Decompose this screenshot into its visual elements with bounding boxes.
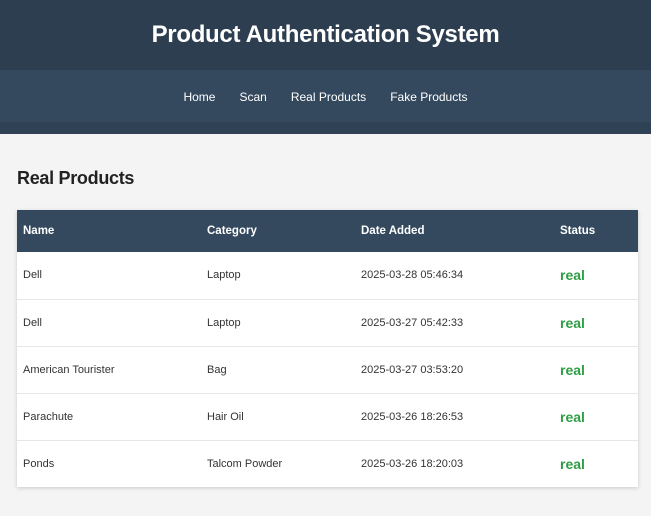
cell-category: Laptop [207, 316, 241, 329]
cell-date-added: 2025-03-26 18:26:53 [361, 410, 464, 423]
cell-status: real [560, 408, 585, 425]
cell-name: Dell [23, 316, 42, 329]
site-header: Product Authentication System [0, 0, 651, 70]
table-row: Dell Laptop 2025-03-28 05:46:34 real [17, 252, 638, 299]
products-table-card: Name Category Date Added Status Dell Lap… [17, 210, 638, 487]
cell-name: American Tourister [23, 363, 115, 376]
cell-category: Hair Oil [207, 410, 244, 423]
nav-item-fake-products[interactable]: Fake Products [378, 90, 479, 104]
products-table: Name Category Date Added Status Dell Lap… [17, 210, 638, 487]
site-title: Product Authentication System [151, 21, 500, 48]
page-title: Real Products [17, 168, 135, 188]
table-row: American Tourister Bag 2025-03-27 03:53:… [17, 346, 638, 393]
cell-name: Parachute [23, 410, 74, 423]
column-header-status: Status [560, 225, 596, 237]
nav-item-scan[interactable]: Scan [227, 90, 278, 104]
cell-category: Bag [207, 363, 227, 376]
cell-status: real [560, 361, 585, 378]
main-nav: Home Scan Real Products Fake Products [0, 70, 651, 134]
table-header-row: Name Category Date Added Status [17, 210, 638, 252]
table-row: Dell Laptop 2025-03-27 05:42:33 real [17, 299, 638, 346]
cell-date-added: 2025-03-27 03:53:20 [361, 363, 464, 376]
column-header-name: Name [23, 225, 55, 237]
cell-date-added: 2025-03-28 05:46:34 [361, 269, 464, 282]
nav-item-home[interactable]: Home [171, 90, 227, 104]
cell-name: Ponds [23, 457, 55, 470]
cell-name: Dell [23, 269, 42, 282]
cell-status: real [560, 455, 585, 472]
cell-date-added: 2025-03-27 05:42:33 [361, 316, 464, 329]
cell-date-added: 2025-03-26 18:20:03 [361, 457, 464, 470]
main-content: Real Products Name Category Date Added S… [0, 134, 651, 487]
cell-category: Talcom Powder [207, 457, 283, 470]
cell-status: real [560, 314, 585, 331]
table-row: Ponds Talcom Powder 2025-03-26 18:20:03 … [17, 440, 638, 487]
table-row: Parachute Hair Oil 2025-03-26 18:26:53 r… [17, 393, 638, 440]
cell-category: Laptop [207, 269, 241, 282]
cell-status: real [560, 267, 585, 284]
column-header-category: Category [207, 225, 257, 237]
column-header-date-added: Date Added [361, 225, 425, 237]
nav-item-real-products[interactable]: Real Products [279, 90, 378, 104]
